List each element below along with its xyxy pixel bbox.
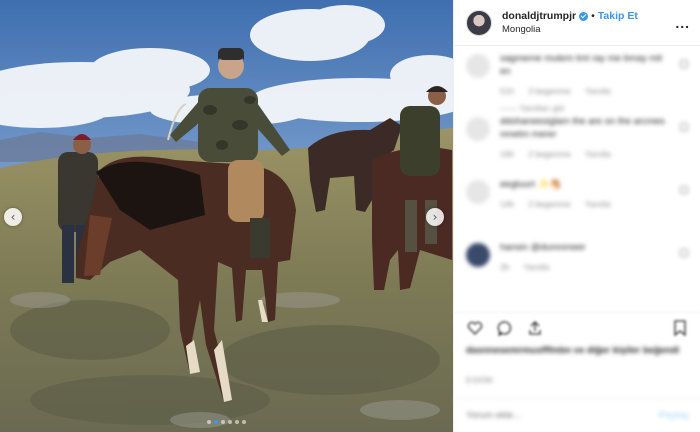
comment-likes[interactable]: 2 begenme: [528, 149, 571, 159]
header-text: donaldjtrumpjr • Takip Et Mongolia: [502, 10, 675, 35]
share-icon[interactable]: [526, 320, 544, 336]
heart-icon[interactable]: [466, 320, 484, 336]
header-row: donaldjtrumpjr • Takip Et: [502, 10, 675, 22]
comment-body: sagmeme mutem tmt ray me bmay mit en 51h…: [500, 52, 670, 113]
likes-summary[interactable]: dasnnesemrmusfffmbn ve diğer kişiler beğ…: [466, 344, 686, 357]
comment-item: ddohaneesiglam the are on the arcmes nme…: [466, 109, 688, 172]
heart-icon[interactable]: [680, 60, 688, 68]
reply-link[interactable]: Yanıtla: [585, 86, 611, 96]
comment-text: eegtuurt ✨🐴: [500, 179, 562, 190]
avatar[interactable]: [466, 243, 490, 267]
carousel-dot: [228, 420, 232, 424]
comment-item: eegtuurt ✨🐴 14h 2 begenme Yanıtla: [466, 172, 688, 235]
carousel-dot: [207, 420, 211, 424]
heart-icon[interactable]: [680, 186, 688, 194]
verified-badge-icon: [579, 11, 589, 21]
heart-icon[interactable]: [680, 123, 688, 131]
bookmark-icon[interactable]: [671, 319, 689, 336]
comment-input[interactable]: [466, 410, 659, 421]
photo-horses-mongolia: [0, 0, 453, 432]
comments-list: sagmeme mutem tmt ray me bmay mit en 51h…: [454, 46, 700, 298]
avatar[interactable]: [466, 9, 492, 36]
reply-link[interactable]: Yanıtla: [585, 199, 611, 209]
chevron-right-icon: ›: [432, 210, 438, 224]
carousel-dot: [221, 420, 225, 424]
post-date: 8 EKİM: [466, 376, 493, 385]
comment-icon[interactable]: [496, 320, 514, 336]
post-side-panel: donaldjtrumpjr • Takip Et Mongolia ... s…: [453, 0, 700, 432]
comment-time: 3h: [500, 262, 510, 272]
comment-time: 19h: [500, 149, 515, 159]
post-photo[interactable]: ‹ ›: [0, 0, 453, 432]
comment-body: eegtuurt ✨🐴 14h 2 begenme Yanıtla: [500, 178, 670, 235]
comment-item: sagmeme mutem tmt ray me bmay mit en 51h…: [466, 46, 688, 113]
comment-meta: 19h 2 begenme Yanıtla: [500, 149, 670, 159]
carousel-dot: [235, 420, 239, 424]
location-link[interactable]: Mongolia: [502, 24, 675, 35]
comment-meta: 14h 2 begenme Yanıtla: [500, 199, 670, 209]
comment-meta: 3h Yanıtla: [500, 262, 670, 272]
comment-likes[interactable]: 3 begenme: [528, 86, 571, 96]
heart-icon[interactable]: [680, 249, 688, 257]
comment-time: 14h: [500, 199, 515, 209]
comment-text: ddohaneesiglam the are on the arcmes nme…: [500, 116, 665, 140]
avatar[interactable]: [466, 117, 490, 141]
more-options-icon[interactable]: ...: [675, 15, 690, 31]
carousel-dot-active: [214, 420, 218, 424]
post-header: donaldjtrumpjr • Takip Et Mongolia ...: [454, 0, 700, 46]
comment-time: 51h: [500, 86, 515, 96]
comment-body: ddohaneesiglam the are on the arcmes nme…: [500, 115, 670, 172]
carousel-prev-button[interactable]: ‹: [4, 208, 22, 226]
avatar[interactable]: [466, 54, 490, 78]
comment-item: hansin @dumnmeer 3h Yanıtla: [466, 235, 688, 298]
post-comment-button[interactable]: Paylaş: [659, 410, 689, 421]
follow-button[interactable]: Takip Et: [598, 10, 638, 22]
carousel-next-button[interactable]: ›: [426, 208, 444, 226]
carousel-dots: [0, 420, 453, 424]
username-link[interactable]: donaldjtrumpjr: [502, 10, 576, 22]
reply-link[interactable]: Yanıtla: [523, 262, 549, 272]
avatar[interactable]: [466, 180, 490, 204]
reply-link[interactable]: Yanıtla: [585, 149, 611, 159]
comment-body: hansin @dumnmeer 3h Yanıtla: [500, 241, 670, 298]
separator: •: [591, 10, 595, 22]
comment-likes[interactable]: 2 begenme: [528, 199, 571, 209]
carousel-dot: [242, 420, 246, 424]
comment-meta: 51h 3 begenme Yanıtla: [500, 86, 670, 96]
comment-text: sagmeme mutem tmt ray me bmay mit en: [500, 53, 663, 77]
chevron-left-icon: ‹: [10, 210, 16, 224]
comment-text: hansin @dumnmeer: [500, 242, 586, 253]
action-bar: [454, 312, 700, 342]
add-comment-bar: Paylaş: [454, 398, 700, 432]
